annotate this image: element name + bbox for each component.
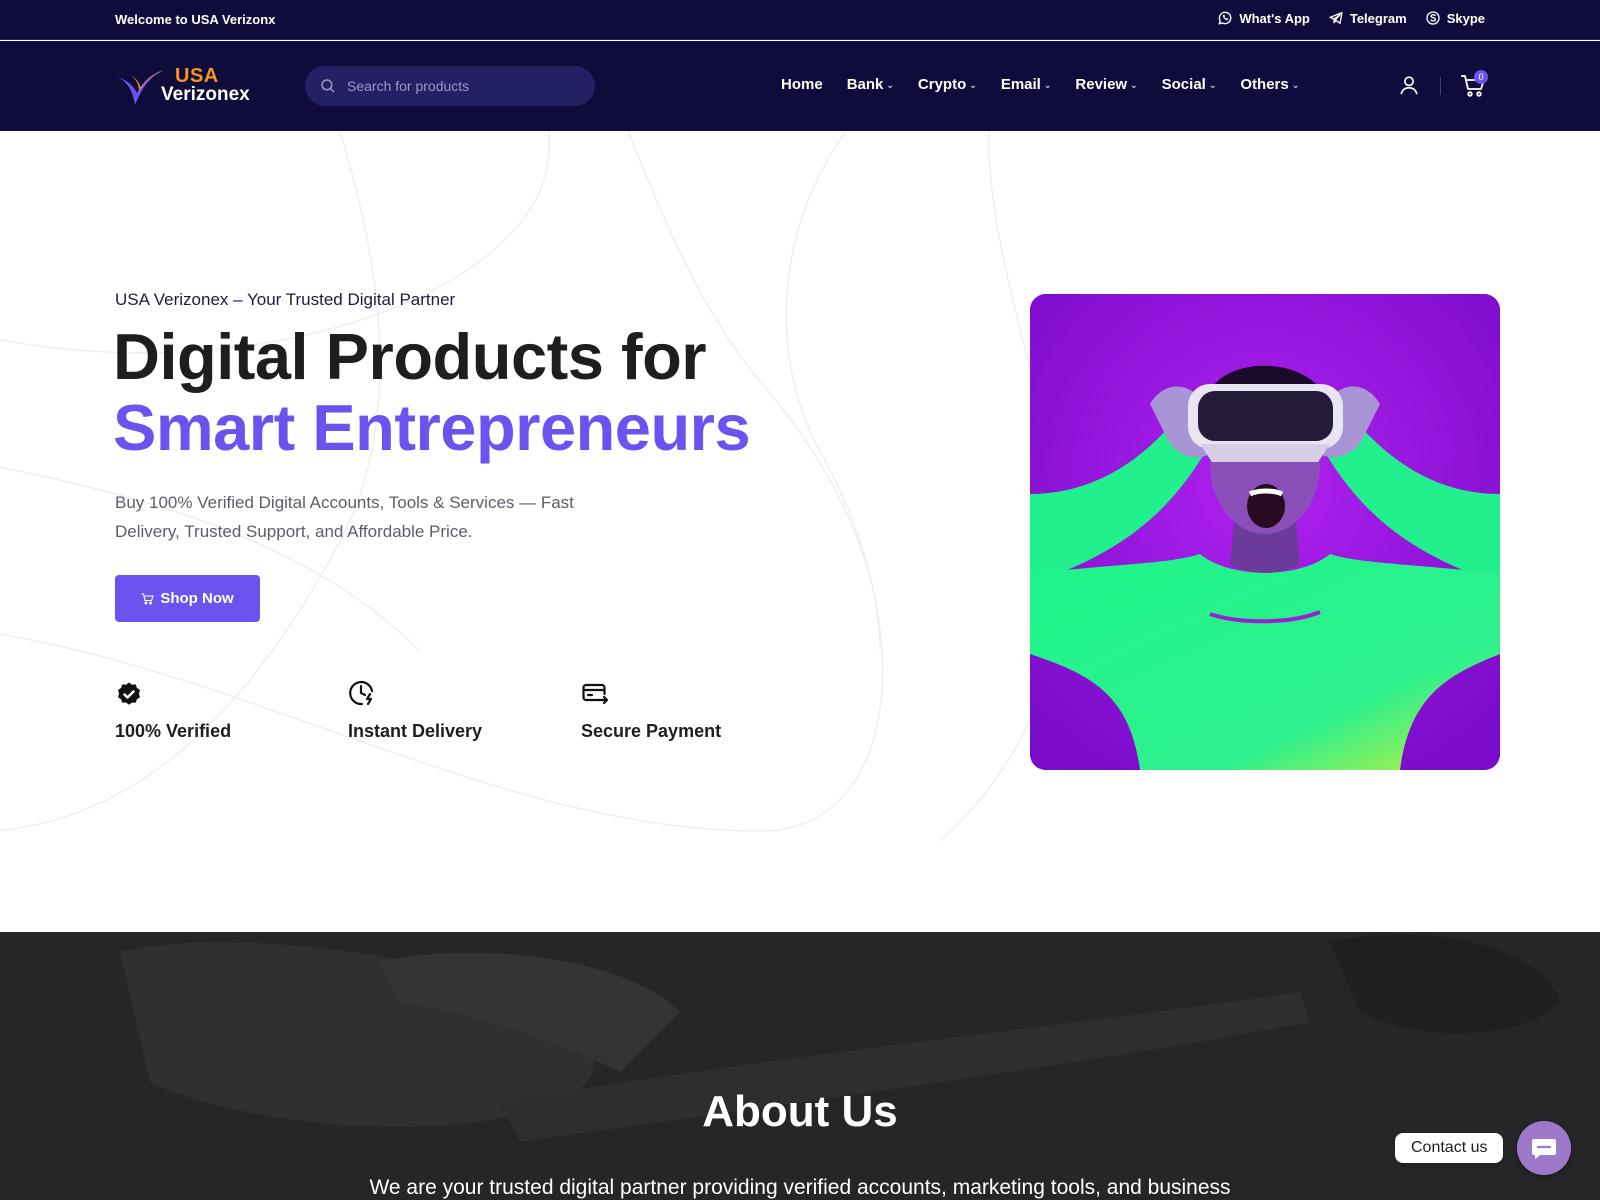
chevron-down-icon: ⌄ [886,79,894,90]
chevron-down-icon: ⌄ [1291,79,1300,90]
nav-social[interactable]: Social ⌄ [1162,76,1217,93]
search-input[interactable] [347,78,567,94]
about-title: About Us [702,1087,898,1136]
nav-email[interactable]: Email ⌄ [1001,76,1052,93]
main-nav: Home Bank ⌄ Crypto ⌄ Email ⌄ Review ⌄ Social… [781,76,1299,93]
hero-vr-photo [1030,294,1500,770]
shop-now-label: Shop Now [160,590,234,607]
search-bar[interactable] [305,66,595,106]
vr-woman-illustration [1030,294,1500,770]
cart-count-badge: 0 [1474,70,1488,84]
feature-verified: 100% Verified [115,679,348,742]
hero-section: USA Verizonex – Your Trusted Digital Par… [0,131,1600,932]
clock-bolt-icon [349,680,374,706]
hero-features: 100% Verified Instant Delivery Secure Pa… [115,679,814,742]
contact-chat-button[interactable] [1517,1121,1571,1175]
headline-line-2: Smart Entrepreneurs [113,391,751,464]
main-header: USA Verizonex Home Bank⌄ Crypto⌄ Email⌄ … [0,41,1600,131]
about-section: About Us We are your trusted digital par… [0,932,1600,1200]
hero-tagline: USA Verizonex – Your Trusted Digital Par… [115,290,456,309]
logo-swoosh-icon [117,69,165,105]
skype-label: Skype [1446,10,1485,26]
search-icon [321,79,335,93]
shop-now-button[interactable]: Shop Now [115,575,260,622]
site-logo[interactable]: USA Verizonex [115,65,265,109]
nav-home-label: Home [781,76,823,93]
nav-others-label: Others [1240,76,1289,93]
nav-email-label: Email [1000,76,1041,93]
nav-bank[interactable]: Bank ⌄ [847,76,894,93]
contact-us-tooltip[interactable]: Contact us [1395,1133,1504,1163]
chat-bubble-icon [1532,1139,1556,1159]
skype-icon [1426,11,1440,25]
whatsapp-label: What's App [1239,10,1310,26]
headline-line-1: Digital Products for [113,320,707,393]
top-bar: Welcome to USA Verizonx What's App Teleg… [0,0,1600,40]
feature-verified-label: 100% Verified [115,721,232,741]
feature-payment-label: Secure Payment [581,721,722,741]
feature-delivery-label: Instant Delivery [348,721,483,741]
user-account-icon[interactable] [1398,74,1420,96]
about-background-photo [0,932,1600,1200]
about-text: We are your trusted digital partner prov… [369,1176,1231,1199]
whatsapp-icon [1218,11,1232,25]
topbar-contacts: What's App Telegram Skype [1217,10,1485,26]
cart-small-icon [141,592,155,604]
skype-link[interactable]: Skype [1425,10,1485,26]
nav-review-label: Review [1075,76,1128,93]
hero-subtitle: Buy 100% Verified Digital Accounts, Tool… [115,493,574,541]
header-divider [1440,77,1441,95]
nav-social-label: Social [1161,76,1206,93]
card-payment-icon [582,683,609,705]
logo-brand: Verizonex [161,84,250,105]
nav-home[interactable]: Home [781,76,823,93]
telegram-label: Telegram [1349,10,1407,26]
chevron-down-icon: ⌄ [1043,79,1052,90]
verified-badge-icon [118,682,140,705]
nav-review[interactable]: Review ⌄ [1075,76,1137,93]
feature-payment: Secure Payment [581,679,814,742]
chevron-down-icon: ⌄ [1208,79,1217,90]
nav-others[interactable]: Others ⌄ [1240,76,1299,93]
nav-crypto[interactable]: Crypto ⌄ [918,76,977,93]
nav-crypto-label: Crypto [917,76,967,93]
telegram-link[interactable]: Telegram [1328,10,1407,26]
telegram-icon [1329,12,1343,24]
chevron-down-icon: ⌄ [1130,79,1138,90]
feature-delivery: Instant Delivery [348,679,581,742]
chevron-down-icon: ⌄ [969,79,977,90]
hero-headline: Digital Products for Smart Entrepreneurs [113,320,751,464]
welcome-text: Welcome to USA Verizonx [115,12,276,27]
whatsapp-link[interactable]: What's App [1217,10,1310,26]
nav-bank-label: Bank [846,76,884,93]
